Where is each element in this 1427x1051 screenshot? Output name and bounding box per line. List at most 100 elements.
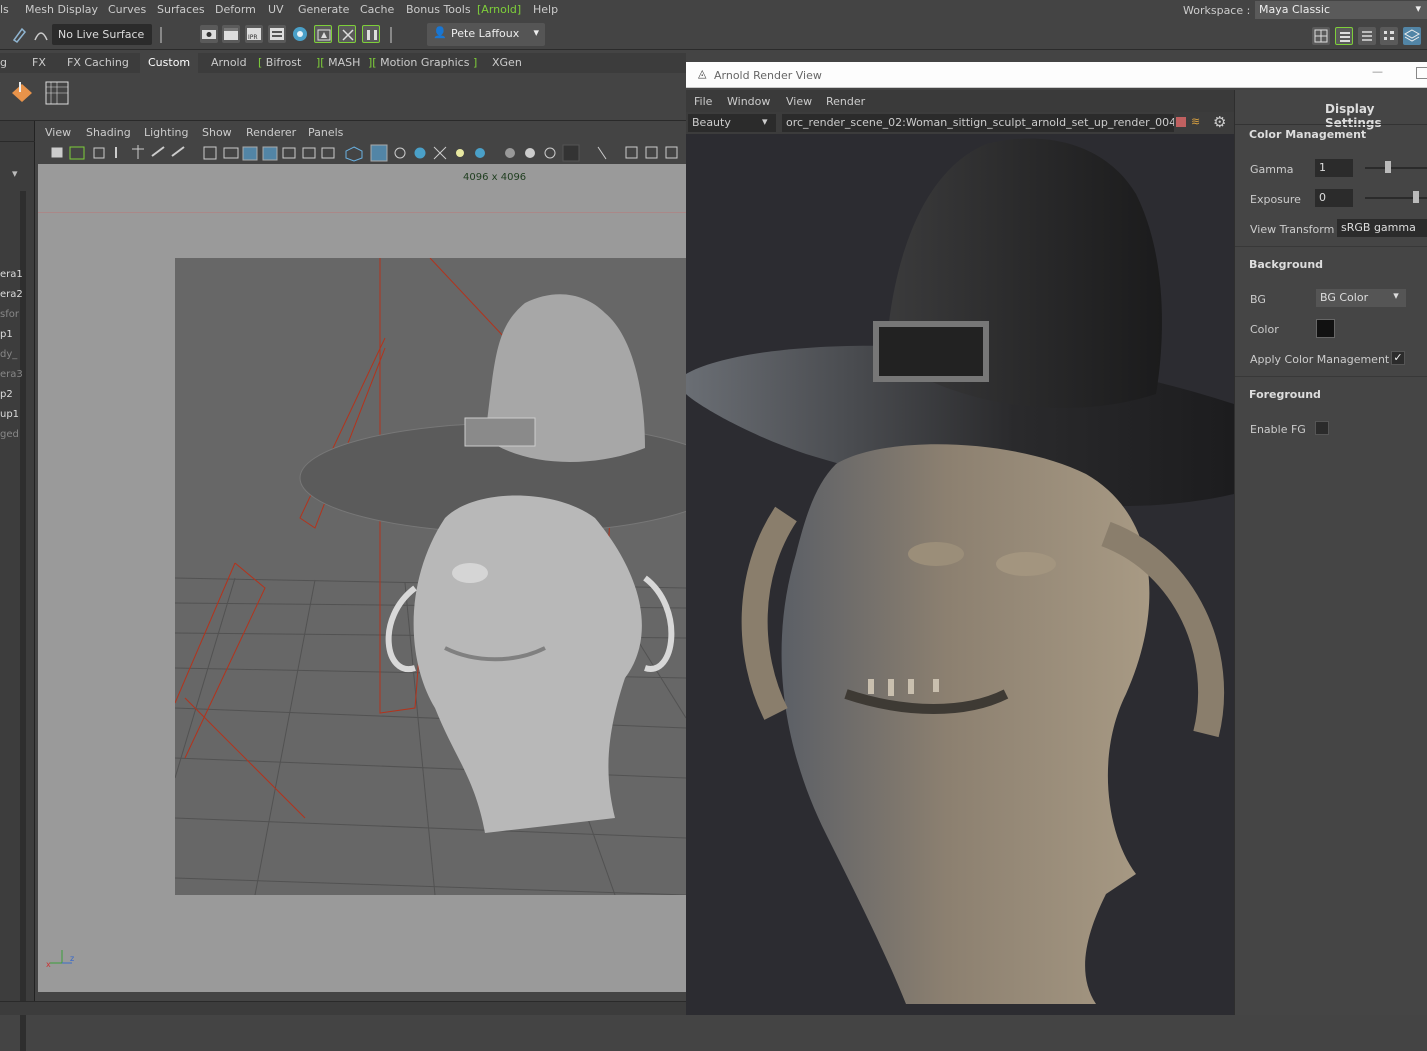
outliner-item[interactable]: era3 [0,369,23,380]
rv-menu-view[interactable]: View [786,95,812,108]
gear-icon[interactable]: ⚙ [1213,113,1226,131]
view-transform-label: View Transform [1250,223,1335,236]
menu-deform[interactable]: Deform [215,3,256,16]
channel-box-icon[interactable] [1380,27,1398,45]
camera-select[interactable]: orc_render_scene_02:Woman_sittign_sculpt… [782,114,1174,132]
hypershade-icon[interactable] [291,25,309,43]
sculpt-eye [452,563,488,583]
uv-grid-icon[interactable] [44,80,70,106]
outliner-scrollbar[interactable] [20,191,26,1051]
tool-settings-icon[interactable] [1358,27,1376,45]
menu-generate[interactable]: Generate [298,3,349,16]
minimize-icon[interactable]: — [1372,65,1383,78]
outliner-item[interactable]: p2 [0,389,13,400]
modeling-toolkit-icon[interactable] [1312,27,1330,45]
render-sequence-icon[interactable] [200,25,218,43]
menu-mesh-display[interactable]: Mesh Display [25,3,98,16]
render-canvas[interactable] [686,134,1234,1015]
color-management-header[interactable]: Color Management [1249,128,1366,141]
outliner-item[interactable]: up1 [0,409,19,420]
rv-menu-window[interactable]: Window [727,95,770,108]
workspace-value: Maya Classic [1259,3,1331,16]
aov-value: Beauty [692,116,731,129]
menu-curves[interactable]: Curves [108,3,146,16]
tab-xgen[interactable]: XGen [492,56,522,69]
tab-arnold[interactable]: Arnold [211,56,247,69]
user-account-button[interactable]: 👤 Pete Laffoux ▾ [427,23,545,46]
viewport-menu-panels[interactable]: Panels [308,126,343,139]
user-icon: 👤 [433,26,447,39]
layers-icon[interactable] [1403,27,1421,45]
menu-surfaces[interactable]: Surfaces [157,3,205,16]
render-settings-icon[interactable] [268,25,286,43]
shelf [0,73,686,121]
attribute-editor-icon[interactable] [1335,27,1353,45]
ipr-icon[interactable]: IPR [245,25,263,43]
menu-help[interactable]: Help [533,3,558,16]
snap-curve-icon[interactable] [32,26,50,44]
exposure-label: Exposure [1250,193,1301,206]
exposure-slider-handle[interactable] [1413,191,1419,203]
outliner-panel: ▾ era1 era2 sfor p1 dy_ era3 p2 up1 ged [0,121,35,1051]
render-icon[interactable] [222,25,240,43]
exposure-field[interactable]: 0 [1315,189,1353,207]
menu-uv[interactable]: UV [268,3,284,16]
render-view-title: Arnold Render View [714,69,822,82]
gamma-slider-handle[interactable] [1385,161,1391,173]
bg-color-swatch[interactable] [1316,319,1335,338]
menu-arnold-bracket: [Arnold] [477,3,522,16]
gamma-field[interactable]: 1 [1315,159,1353,177]
arnold-flush-icon[interactable] [362,25,380,43]
background-header[interactable]: Background [1249,258,1323,271]
tab-fx-caching[interactable]: FX Caching [67,56,129,69]
tab-shelf-partial[interactable]: g [0,56,7,69]
viewport-menu-shading[interactable]: Shading [86,126,131,139]
chevron-down-icon[interactable]: ▾ [1386,289,1406,307]
outliner-item[interactable]: sfor [0,309,19,320]
tab-bifrost[interactable]: Bifrost [266,56,302,69]
live-surface-field[interactable]: No Live Surface [52,24,152,45]
menu-arnold[interactable]: Arnold [481,3,517,16]
menu-bonus-tools[interactable]: Bonus Tools [406,3,471,16]
workspace-label: Workspace : [1183,4,1251,17]
workspace-select[interactable]: Maya Classic ▾ [1255,1,1427,19]
magnet-icon[interactable] [10,26,28,44]
tab-motion-graphics[interactable]: Motion Graphics [380,56,469,69]
chevron-down-icon[interactable]: ▾ [12,167,18,180]
divider [160,27,166,43]
view-transform-select[interactable]: sRGB gamma [1337,219,1427,237]
viewport-menu-renderer[interactable]: Renderer [246,126,296,139]
apply-color-management-checkbox[interactable]: ✓ [1391,351,1405,365]
aov-select[interactable]: Beauty ▾ [688,114,776,132]
tab-custom[interactable]: Custom [140,53,199,73]
time-slider-strip[interactable] [0,1001,686,1015]
viewport-menu-show[interactable]: Show [202,126,232,139]
outliner-item[interactable]: era2 [0,289,23,300]
outliner-item[interactable]: dy_ [0,349,17,360]
ipr-refresh-icon[interactable]: ≋ [1191,115,1200,128]
outliner-item[interactable]: p1 [0,329,13,340]
menu-items[interactable]: ls [0,3,9,16]
viewport-menu-lighting[interactable]: Lighting [144,126,188,139]
viewport-menu-view[interactable]: View [45,126,71,139]
rv-menu-file[interactable]: File [694,95,712,108]
snap-to-plane-icon[interactable] [8,80,36,106]
viewport-toolbar-icons[interactable] [38,142,686,164]
maximize-icon[interactable] [1416,67,1427,79]
tab-fx[interactable]: FX [32,56,46,69]
foreground-header[interactable]: Foreground [1249,388,1321,401]
outliner-item[interactable]: ged [0,429,19,440]
tab-mash[interactable]: MASH [328,56,360,69]
rv-menu-render[interactable]: Render [826,95,865,108]
outliner-item[interactable]: era1 [0,269,23,280]
stop-render-icon[interactable] [1176,117,1186,127]
arnold-render-view-icon[interactable] [314,25,332,43]
menu-cache[interactable]: Cache [360,3,394,16]
hat-buckle [873,321,989,382]
bg-label: BG [1250,293,1266,306]
arnold-light-icon[interactable] [338,25,356,43]
bg-select[interactable]: BG Color [1316,289,1386,307]
enable-fg-checkbox[interactable] [1315,421,1329,435]
divider [1235,376,1427,377]
gamma-slider[interactable] [1365,167,1427,169]
